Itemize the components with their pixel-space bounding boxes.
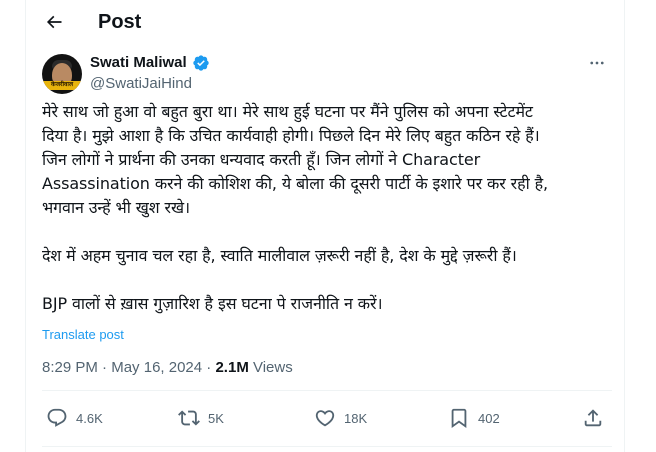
avatar-band-text: केजरीवाल <box>50 82 74 88</box>
back-button[interactable] <box>39 7 69 37</box>
more-options-button[interactable] <box>582 51 612 75</box>
post-line: देश में अहम चुनाव चल रहा है, स्वाति माली… <box>42 246 517 265</box>
post-header: Post <box>26 0 624 46</box>
post-text: मेरे साथ जो हुआ वो बहुत बुरा था। मेरे सा… <box>42 100 618 316</box>
arrow-left-icon <box>46 15 62 29</box>
post-line: भगवान उन्हें भी खुश रखे। <box>42 198 190 217</box>
meta-separator: · <box>97 359 112 376</box>
post-line: Assassination करने की कोशिश की, ये बोला … <box>42 174 548 193</box>
bookmark-button[interactable]: 402 <box>448 404 500 432</box>
bookmark-count: 402 <box>478 410 500 426</box>
more-dots-icon <box>590 61 604 65</box>
reply-button[interactable]: 4.6K <box>46 404 103 432</box>
views-label: Views <box>248 359 293 376</box>
post-line: दिया है। मुझे आशा है कि उचित कार्यवाही ह… <box>42 126 540 145</box>
share-icon <box>584 409 602 427</box>
share-button[interactable] <box>582 404 604 432</box>
bookmark-icon <box>451 408 467 429</box>
action-bar: 4.6K 5K 18K 402 <box>42 404 612 432</box>
author-name[interactable]: Swati Maliwal <box>90 54 187 71</box>
heart-icon <box>315 410 335 427</box>
meta-separator: · <box>202 359 216 376</box>
page-title: Post <box>98 11 142 33</box>
post-meta: 8:29 PM · May 16, 2024 · 2.1M Views <box>42 359 293 376</box>
post-time[interactable]: 8:29 PM <box>42 359 98 376</box>
repost-button[interactable]: 5K <box>178 404 224 432</box>
author-handle[interactable]: @SwatiJaiHind <box>90 75 192 92</box>
post-date[interactable]: May 16, 2024 <box>111 359 202 376</box>
reply-count: 4.6K <box>76 410 103 426</box>
views-count[interactable]: 2.1M <box>215 359 248 376</box>
post-author: केजरीवाल Swati Maliwal @SwatiJaiHind <box>42 51 614 95</box>
divider <box>42 390 612 391</box>
post-line: मेरे साथ जो हुआ वो बहुत बुरा था। मेरे सा… <box>42 102 533 121</box>
divider <box>42 446 612 447</box>
repost-count: 5K <box>208 410 224 426</box>
post-line: BJP वालों से ख़ास गुज़ारिश है इस घटना पे… <box>42 294 383 313</box>
avatar[interactable]: केजरीवाल <box>42 54 82 94</box>
like-count: 18K <box>344 410 368 426</box>
timeline-right-border <box>624 0 625 452</box>
translate-post-link[interactable]: Translate post <box>42 327 124 342</box>
post-line: जिन लोगों ने प्रार्थना की उनका धन्यवाद क… <box>42 150 481 169</box>
verified-badge-icon <box>193 55 209 71</box>
reply-icon <box>47 408 67 427</box>
repost-icon <box>178 410 200 426</box>
like-button[interactable]: 18K <box>314 404 367 432</box>
timeline-left-border <box>25 0 26 452</box>
